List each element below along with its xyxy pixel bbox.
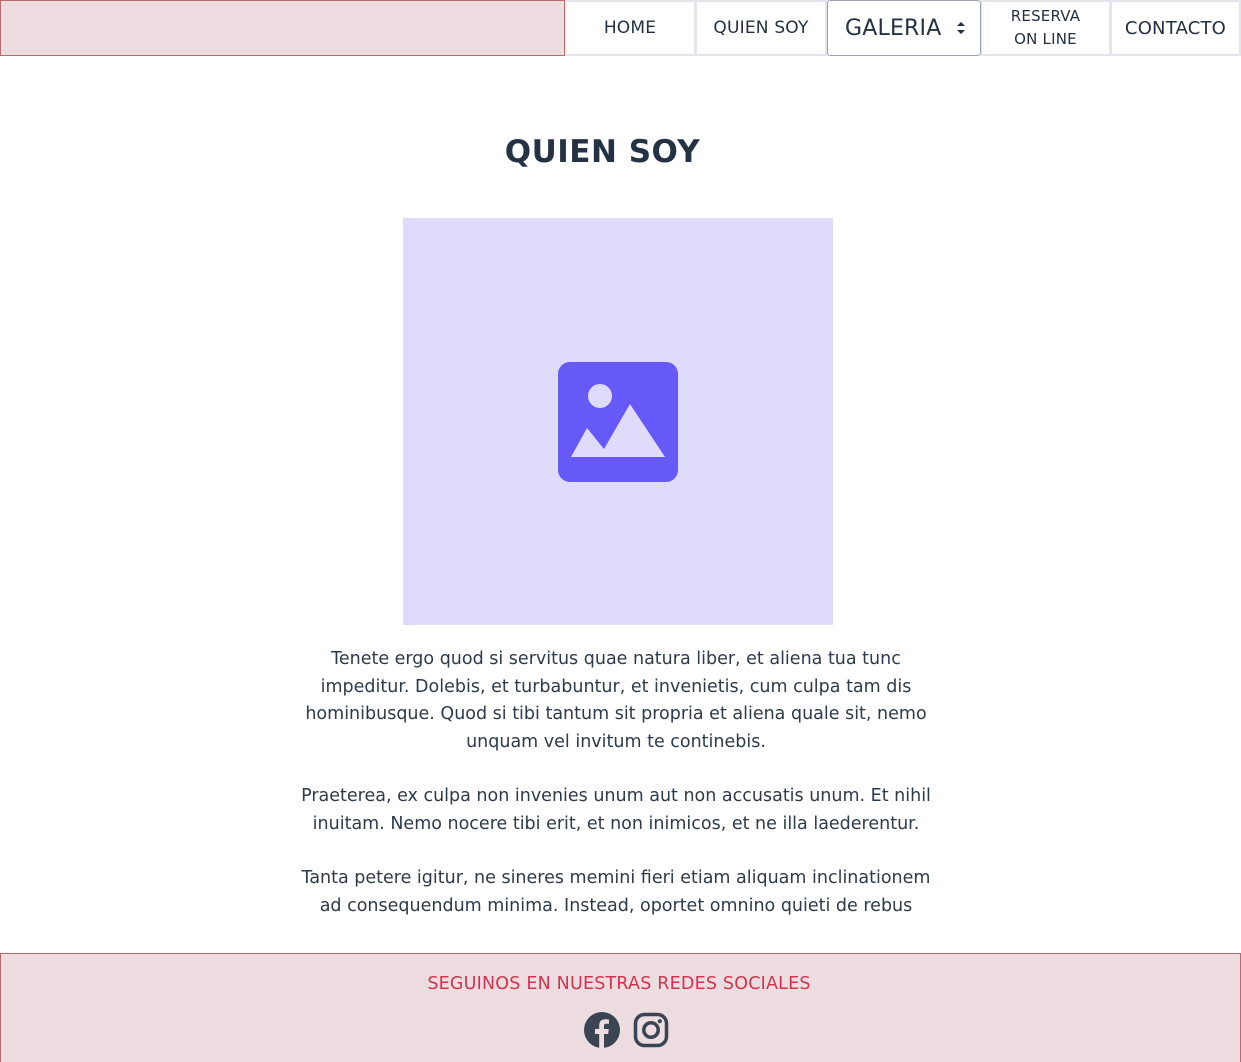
nav-quien-soy[interactable]: QUIEN SOY [696, 0, 827, 56]
galeria-select-value: GALERIA [845, 15, 942, 41]
site-header: HOME QUIEN SOY GALERIA RESERVA ON LINE C… [0, 0, 1241, 56]
instagram-icon [633, 1012, 669, 1048]
page-title: QUIEN SOY [504, 134, 701, 170]
nav-home-label: HOME [603, 18, 657, 38]
about-content: Tenete ergo quod si servitus quae natura… [295, 646, 937, 920]
image-icon [558, 361, 678, 482]
instagram-link[interactable] [633, 1012, 669, 1048]
nav-contacto[interactable]: CONTACTO [1111, 0, 1241, 56]
social-heading: SEGUINOS EN NUESTRAS REDES SOCIALES [427, 974, 811, 994]
nav-reserva-line2: ON LINE [1014, 30, 1077, 48]
social-links [584, 1012, 669, 1048]
nav-reserva-line1: RESERVA [1010, 7, 1081, 25]
brand-bar [0, 0, 565, 56]
facebook-link[interactable] [584, 1012, 620, 1048]
nav-contacto-label: CONTACTO [1124, 17, 1227, 39]
select-arrows-icon [957, 22, 965, 34]
nav-home[interactable]: HOME [565, 0, 696, 56]
profile-image-placeholder [403, 218, 833, 625]
nav-reserva-online[interactable]: RESERVA ON LINE [981, 0, 1111, 56]
galeria-select[interactable]: GALERIA [827, 0, 981, 56]
about-paragraph: Praeterea, ex culpa non invenies unum au… [301, 786, 931, 834]
facebook-icon [584, 1012, 620, 1048]
about-paragraph: Tanta petere igitur, ne sineres memini f… [301, 868, 931, 916]
main-nav: HOME QUIEN SOY GALERIA RESERVA ON LINE C… [565, 0, 1241, 56]
page: HOME QUIEN SOY GALERIA RESERVA ON LINE C… [0, 0, 1241, 1062]
nav-quien-soy-label: QUIEN SOY [713, 18, 809, 38]
about-paragraph: Tenete ergo quod si servitus quae natura… [305, 649, 927, 752]
